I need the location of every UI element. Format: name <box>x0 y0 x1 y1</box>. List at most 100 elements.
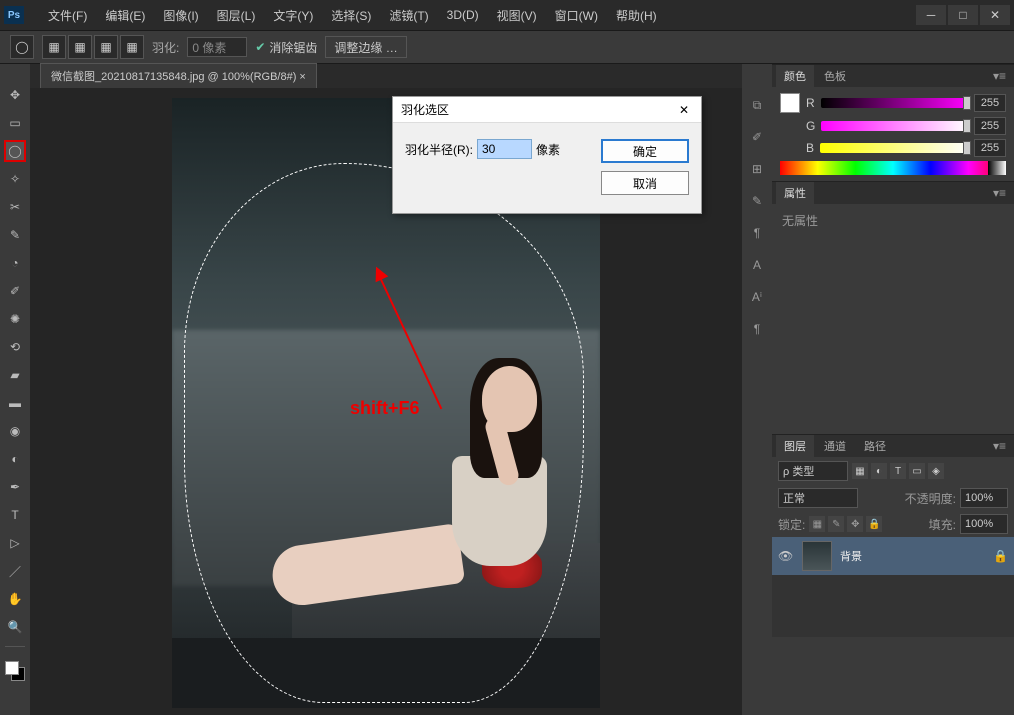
menu-layer[interactable]: 图层(L) <box>211 5 262 26</box>
radius-input[interactable] <box>477 139 532 159</box>
menu-view[interactable]: 视图(V) <box>491 5 543 26</box>
b-value[interactable]: 255 <box>974 139 1006 157</box>
antialias-label: 消除锯齿 <box>269 39 317 56</box>
dodge-tool[interactable]: ◐ <box>4 448 26 470</box>
character-icon[interactable]: A <box>746 254 768 276</box>
healing-brush-tool[interactable]: ◔ <box>4 252 26 274</box>
right-dock: ⧉ ✐ ⊞ ✎ ¶ A Aⁱ ¶ <box>742 64 772 715</box>
eyedropper-tool[interactable]: ✎ <box>4 224 26 246</box>
selection-add-icon[interactable]: ▦ <box>68 35 92 59</box>
menubar: 文件(F) 编辑(E) 图像(I) 图层(L) 文字(Y) 选择(S) 滤镜(T… <box>36 4 669 26</box>
tab-paths[interactable]: 路径 <box>856 435 894 457</box>
tab-color[interactable]: 颜色 <box>776 65 814 87</box>
document-tab[interactable]: 微信截图_20210817135848.jpg @ 100%(RGB/8#) × <box>40 63 317 88</box>
selection-intersect-icon[interactable]: ▦ <box>120 35 144 59</box>
history-brush-tool[interactable]: ⟲ <box>4 336 26 358</box>
hand-tool[interactable]: ✋ <box>4 588 26 610</box>
layers-panel-menu[interactable]: ▾≡ <box>989 439 1010 453</box>
paragraph2-icon[interactable]: ¶ <box>746 318 768 340</box>
window-buttons: ─ □ ✕ <box>916 5 1010 25</box>
color-preview[interactable] <box>780 93 800 113</box>
dialog-title: 羽化选区 <box>401 101 449 118</box>
properties-panel-menu[interactable]: ▾≡ <box>989 186 1010 200</box>
color-spectrum[interactable] <box>780 161 1006 175</box>
dialog-titlebar[interactable]: 羽化选区 ✕ <box>393 97 701 123</box>
close-button[interactable]: ✕ <box>980 5 1010 25</box>
glyphs-icon[interactable]: Aⁱ <box>746 286 768 308</box>
type-tool[interactable]: T <box>4 504 26 526</box>
right-panels: 颜色 色板 ▾≡ R 255 G 255 <box>772 64 1014 715</box>
minimize-button[interactable]: ─ <box>916 5 946 25</box>
properties-panel: 属性 ▾≡ 无属性 <box>772 181 1014 434</box>
clone-stamp-tool[interactable]: ✺ <box>4 308 26 330</box>
blur-tool[interactable]: ◉ <box>4 420 26 442</box>
feather-input[interactable] <box>187 37 247 57</box>
pen-tool[interactable]: ✒ <box>4 476 26 498</box>
refine-edge-button[interactable]: 调整边缘 … <box>325 36 406 58</box>
tab-properties[interactable]: 属性 <box>776 182 814 204</box>
lasso-tool-icon[interactable]: ◯ <box>10 35 34 59</box>
menu-select[interactable]: 选择(S) <box>325 5 377 26</box>
menu-edit[interactable]: 编辑(E) <box>99 5 151 26</box>
menu-type[interactable]: 文字(Y) <box>267 5 319 26</box>
foreground-color[interactable] <box>5 661 19 675</box>
brush-tool[interactable]: ✐ <box>4 280 26 302</box>
g-slider[interactable] <box>821 121 968 131</box>
brushes-icon[interactable]: ✐ <box>746 126 768 148</box>
selection-new-icon[interactable]: ▦ <box>42 35 66 59</box>
r-value[interactable]: 255 <box>974 94 1006 112</box>
menu-file[interactable]: 文件(F) <box>42 5 93 26</box>
opacity-value[interactable]: 100% <box>960 488 1008 508</box>
antialias-checkbox[interactable]: ✔ 消除锯齿 <box>255 39 317 56</box>
menu-help[interactable]: 帮助(H) <box>610 5 663 26</box>
layer-item-background[interactable]: 👁 背景 🔒 <box>772 537 1014 575</box>
ok-button[interactable]: 确定 <box>601 139 689 163</box>
cancel-button[interactable]: 取消 <box>601 171 689 195</box>
g-value[interactable]: 255 <box>974 117 1006 135</box>
dialog-close-icon[interactable]: ✕ <box>675 101 693 119</box>
maximize-button[interactable]: □ <box>948 5 978 25</box>
lock-transparency-icon[interactable]: ▦ <box>809 516 825 532</box>
visibility-icon[interactable]: 👁 <box>778 549 794 563</box>
filter-shape-icon[interactable]: ▭ <box>909 463 925 479</box>
zoom-tool[interactable]: 🔍 <box>4 616 26 638</box>
menu-image[interactable]: 图像(I) <box>157 5 204 26</box>
menu-filter[interactable]: 滤镜(T) <box>383 5 434 26</box>
path-select-tool[interactable]: ▷ <box>4 532 26 554</box>
menu-window[interactable]: 窗口(W) <box>549 5 604 26</box>
layer-filter-kind[interactable]: ρ 类型 <box>778 461 848 481</box>
blend-mode-dropdown[interactable]: 正常 <box>778 488 858 508</box>
crop-tool[interactable]: ✂ <box>4 196 26 218</box>
move-tool[interactable]: ✥ <box>4 84 26 106</box>
color-swatch[interactable] <box>5 661 25 681</box>
filter-adjust-icon[interactable]: ◐ <box>871 463 887 479</box>
tab-swatches[interactable]: 色板 <box>816 65 854 87</box>
tab-channels[interactable]: 通道 <box>816 435 854 457</box>
eraser-tool[interactable]: ▰ <box>4 364 26 386</box>
fill-value[interactable]: 100% <box>960 514 1008 534</box>
menu-3d[interactable]: 3D(D) <box>441 6 485 24</box>
magic-wand-tool[interactable]: ✧ <box>4 168 26 190</box>
lock-position-icon[interactable]: ✥ <box>847 516 863 532</box>
color-panel-menu[interactable]: ▾≡ <box>989 69 1010 83</box>
selection-subtract-icon[interactable]: ▦ <box>94 35 118 59</box>
b-slider[interactable] <box>820 143 968 153</box>
layer-name[interactable]: 背景 <box>840 548 985 564</box>
paragraph-icon[interactable]: ¶ <box>746 222 768 244</box>
filter-smart-icon[interactable]: ◈ <box>928 463 944 479</box>
radius-label: 羽化半径(R): <box>405 141 473 158</box>
line-tool[interactable]: ／ <box>4 560 26 582</box>
marquee-tool[interactable]: ▭ <box>4 112 26 134</box>
lock-all-icon[interactable]: 🔒 <box>866 516 882 532</box>
history-icon[interactable]: ⧉ <box>746 94 768 116</box>
gradient-tool[interactable]: ▬ <box>4 392 26 414</box>
clone-icon[interactable]: ⊞ <box>746 158 768 180</box>
tab-layers[interactable]: 图层 <box>776 435 814 457</box>
filter-type-icon[interactable]: T <box>890 463 906 479</box>
r-slider[interactable] <box>821 98 968 108</box>
lasso-tool[interactable]: ◯ <box>4 140 26 162</box>
brush-presets-icon[interactable]: ✎ <box>746 190 768 212</box>
layer-thumbnail[interactable] <box>802 541 832 571</box>
lock-pixels-icon[interactable]: ✎ <box>828 516 844 532</box>
filter-pixel-icon[interactable]: ▦ <box>852 463 868 479</box>
